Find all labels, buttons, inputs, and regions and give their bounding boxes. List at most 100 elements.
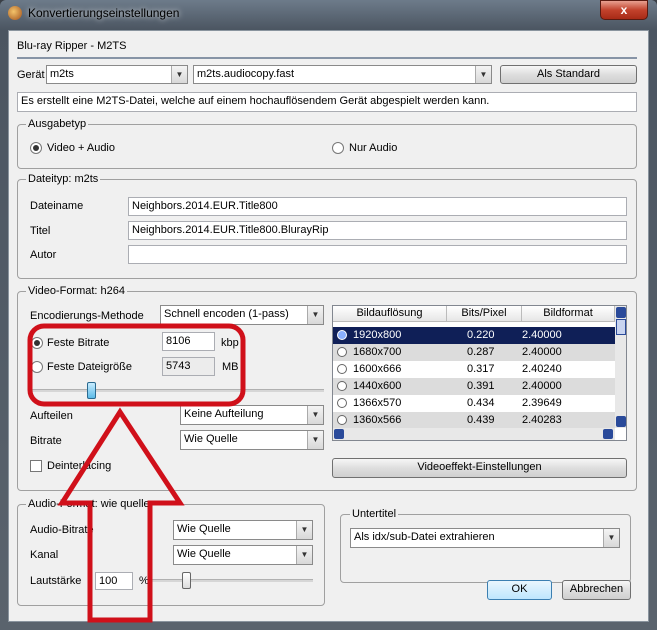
bitrate-slider[interactable]	[30, 389, 324, 392]
cell-resolution: 1680x700	[353, 346, 402, 358]
row-radio[interactable]	[337, 415, 347, 425]
video-audio-label: Video + Audio	[47, 142, 115, 154]
cell-aspect: 2.40000	[522, 346, 562, 358]
row-radio[interactable]	[337, 381, 347, 391]
chevron-down-icon: ▼	[475, 66, 491, 83]
dialog-header: Blu-ray Ripper - M2TS	[17, 40, 127, 52]
video-effects-button[interactable]: Videoeffekt-Einstellungen	[332, 458, 627, 478]
cell-bits-pixel: 0.434	[467, 397, 495, 409]
cell-bits-pixel: 0.317	[467, 363, 495, 375]
table-row[interactable]: 1366x570 0.434 2.39649	[333, 395, 615, 412]
cell-bits-pixel: 0.287	[467, 346, 495, 358]
cell-aspect: 2.40000	[522, 329, 562, 341]
col-header-resolution[interactable]: Bildauflösung	[333, 306, 447, 322]
row-radio[interactable]	[337, 330, 347, 340]
fixed-bitrate-label: Feste Bitrate	[47, 337, 110, 349]
audio-group-title: Audio-Format: wie quelle	[26, 498, 152, 510]
fixed-bitrate-input[interactable]: 8106	[162, 332, 215, 351]
cell-aspect: 2.40283	[522, 414, 562, 426]
cell-bits-pixel: 0.220	[467, 329, 495, 341]
set-default-button[interactable]: Als Standard	[500, 65, 637, 84]
title-label: Titel	[30, 225, 51, 237]
filename-input[interactable]: Neighbors.2014.EUR.Title800	[128, 197, 627, 216]
cell-resolution: 1600x666	[353, 363, 402, 375]
resolution-table: Bildauflösung Bits/Pixel Bildformat 1920…	[332, 305, 627, 441]
description-box: Es erstellt eine M2TS-Datei, welche auf …	[17, 92, 637, 112]
video-bitrate-value: Wie Quelle	[184, 433, 238, 445]
cell-resolution: 1440x600	[353, 380, 402, 392]
author-input[interactable]	[128, 245, 627, 264]
subtitle-group	[340, 514, 631, 583]
table-row[interactable]: 1440x600 0.391 2.40000	[333, 378, 615, 395]
fixed-size-label: Feste Dateigröße	[47, 361, 132, 373]
table-row[interactable]: 1680x700 0.287 2.40000	[333, 344, 615, 361]
video-bitrate-label: Bitrate	[30, 435, 62, 447]
scroll-right-icon[interactable]	[603, 429, 613, 439]
chevron-down-icon: ▼	[296, 546, 312, 564]
row-radio[interactable]	[337, 347, 347, 357]
channel-select[interactable]: Wie Quelle ▼	[173, 545, 313, 565]
volume-input[interactable]: 100	[95, 572, 133, 590]
row-radio[interactable]	[337, 398, 347, 408]
cell-bits-pixel: 0.439	[467, 414, 495, 426]
method-select[interactable]: Schnell encoden (1-pass) ▼	[160, 305, 324, 325]
radio-video-audio[interactable]	[30, 142, 42, 154]
scroll-left-icon[interactable]	[334, 429, 344, 439]
window-title: Konvertierungseinstellungen	[28, 6, 180, 20]
device-select[interactable]: m2ts ▼	[46, 65, 188, 84]
author-label: Autor	[30, 249, 57, 261]
profile-value: m2ts.audiocopy.fast	[197, 68, 295, 80]
table-row[interactable]: 1920x800 0.220 2.40000	[333, 327, 615, 344]
audio-bitrate-select[interactable]: Wie Quelle ▼	[173, 520, 313, 540]
fixed-size-input[interactable]: 5743	[162, 357, 215, 376]
table-row[interactable]: 1600x666 0.317 2.40240	[333, 361, 615, 378]
vertical-scrollbar[interactable]	[615, 306, 626, 428]
subtitle-value: Als idx/sub-Datei extrahieren	[354, 531, 495, 543]
chevron-down-icon: ▼	[307, 431, 323, 449]
video-group-title: Video-Format: h264	[26, 285, 128, 297]
scroll-down-icon[interactable]	[616, 416, 626, 427]
chevron-down-icon: ▼	[307, 306, 323, 324]
audio-bitrate-value: Wie Quelle	[177, 523, 231, 535]
channel-label: Kanal	[30, 549, 59, 561]
file-group-title: Dateityp: m2ts	[26, 173, 101, 185]
channel-value: Wie Quelle	[177, 548, 231, 560]
cell-aspect: 2.39649	[522, 397, 562, 409]
cell-aspect: 2.40000	[522, 380, 562, 392]
device-value: m2ts	[50, 68, 74, 80]
col-header-aspect[interactable]: Bildformat	[522, 306, 615, 322]
volume-unit: %	[139, 575, 149, 587]
split-select[interactable]: Keine Aufteilung ▼	[180, 405, 324, 425]
split-label: Aufteilen	[30, 410, 73, 422]
horizontal-scrollbar[interactable]	[333, 428, 615, 440]
cell-resolution: 1920x800	[353, 329, 402, 341]
bitrate-unit: kbp	[221, 337, 239, 349]
table-row[interactable]: 1360x566 0.439 2.40283	[333, 412, 615, 429]
radio-audio-only[interactable]	[332, 142, 344, 154]
cancel-button[interactable]: Abbrechen	[562, 580, 631, 600]
filename-label: Dateiname	[30, 200, 84, 212]
row-radio[interactable]	[337, 364, 347, 374]
ok-button[interactable]: OK	[487, 580, 552, 600]
cell-aspect: 2.40240	[522, 363, 562, 375]
scroll-thumb[interactable]	[616, 319, 626, 335]
close-button[interactable]: x	[600, 0, 648, 20]
volume-slider[interactable]	[150, 579, 313, 582]
scroll-up-icon[interactable]	[616, 307, 626, 318]
volume-slider-thumb[interactable]	[182, 572, 191, 589]
cell-resolution: 1360x566	[353, 414, 402, 426]
deinterlace-checkbox[interactable]	[30, 460, 42, 472]
radio-fixed-size[interactable]	[31, 361, 43, 373]
col-header-bits-pixel[interactable]: Bits/Pixel	[447, 306, 522, 322]
output-type-title: Ausgabetyp	[26, 118, 89, 130]
profile-select[interactable]: m2ts.audiocopy.fast ▼	[193, 65, 492, 84]
video-bitrate-select[interactable]: Wie Quelle ▼	[180, 430, 324, 450]
radio-fixed-bitrate[interactable]	[31, 337, 43, 349]
subtitle-group-title: Untertitel	[350, 508, 399, 520]
chevron-down-icon: ▼	[307, 406, 323, 424]
slider-thumb[interactable]	[87, 382, 96, 399]
subtitle-select[interactable]: Als idx/sub-Datei extrahieren ▼	[350, 528, 620, 548]
method-value: Schnell encoden (1-pass)	[164, 308, 289, 320]
audio-bitrate-label: Audio-Bitrate	[30, 524, 94, 536]
title-input[interactable]: Neighbors.2014.EUR.Title800.BlurayRip	[128, 221, 627, 240]
